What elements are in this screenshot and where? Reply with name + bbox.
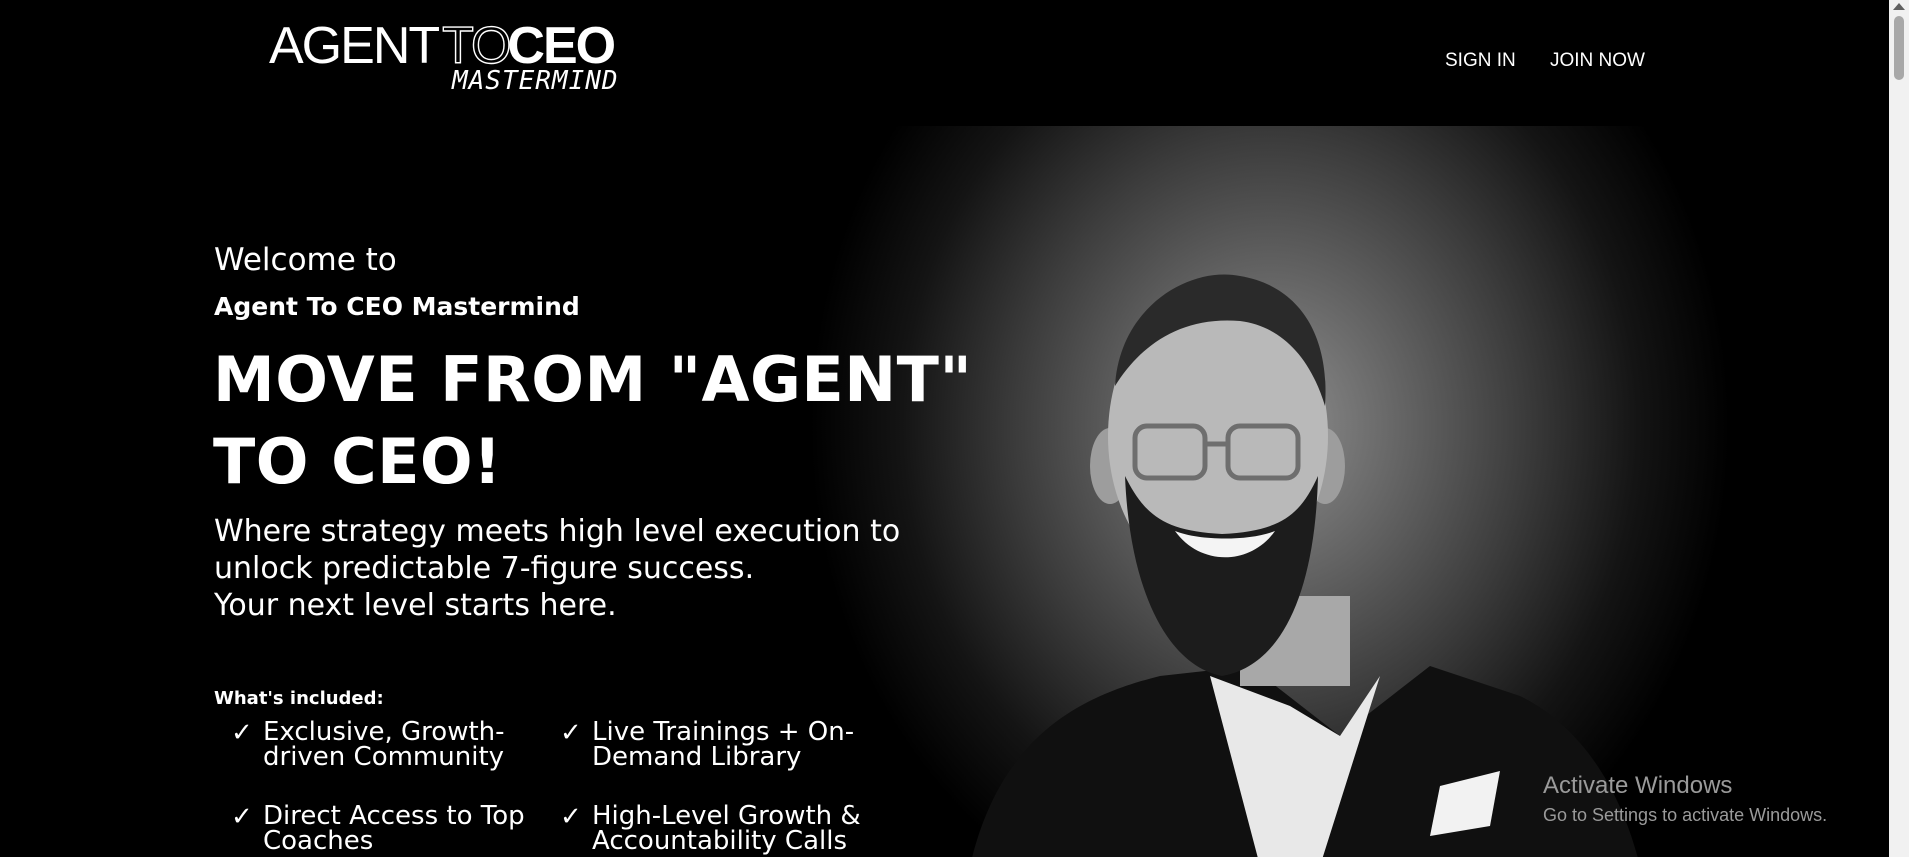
scrollbar-thumb[interactable] — [1894, 16, 1904, 80]
feature-text: High-Level Growth & Accountability Calls — [592, 801, 861, 856]
join-now-link[interactable]: JOIN NOW — [1550, 50, 1645, 72]
agent-to-ceo-logo[interactable]: AGENTTOCEO MASTERMIND — [269, 17, 629, 96]
watermark-title: Activate Windows — [1543, 772, 1733, 799]
tagline-line: Where strategy meets high level executio… — [214, 514, 901, 549]
whats-included-heading: What's included: — [214, 688, 384, 709]
hero-headline: MOVE FROM "AGENT" TO CEO! — [213, 343, 973, 498]
program-name: Agent To CEO Mastermind — [214, 292, 580, 321]
welcome-text: Welcome to — [214, 242, 397, 278]
checkmark-icon: ✓ — [560, 718, 582, 748]
scroll-up-arrow-icon[interactable] — [1893, 3, 1905, 10]
checkmark-icon: ✓ — [231, 718, 253, 748]
feature-text: Exclusive, Growth-driven Community — [263, 717, 505, 772]
feature-text: Direct Access to Top Coaches — [263, 801, 525, 856]
checkmark-icon: ✓ — [560, 802, 582, 832]
vertical-scrollbar[interactable] — [1889, 0, 1909, 857]
hero-tagline: Where strategy meets high level executio… — [214, 513, 974, 624]
hero-section: Welcome to Agent To CEO Mastermind MOVE … — [0, 126, 1889, 857]
logo-tagline: MASTERMIND — [452, 66, 619, 96]
activate-windows-watermark: Activate Windows Go to Settings to activ… — [1543, 772, 1827, 828]
feature-text: Live Trainings + On-Demand Library — [592, 717, 855, 772]
coach-portrait — [972, 274, 1638, 857]
logo-wordmark: AGENTTOCEO — [269, 17, 616, 75]
logo-word-agent: AGENT — [269, 17, 440, 75]
site-header: AGENTTOCEO MASTERMIND SIGN IN JOIN NOW — [0, 0, 1889, 126]
checkmark-icon: ✓ — [231, 802, 253, 832]
sign-in-link[interactable]: SIGN IN — [1445, 50, 1516, 72]
watermark-subtitle: Go to Settings to activate Windows. — [1543, 805, 1828, 825]
tagline-line: Your next level starts here. — [214, 588, 617, 623]
tagline-line: unlock predictable 7-figure success. — [214, 551, 755, 586]
